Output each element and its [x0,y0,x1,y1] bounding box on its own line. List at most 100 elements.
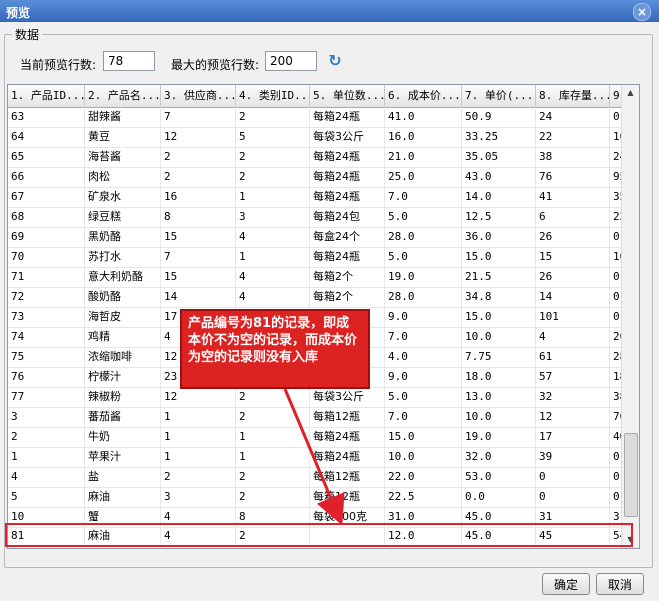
table-cell: 2 [161,467,236,487]
column-header-7[interactable]: 7. 单价(... [462,85,536,107]
table-cell: 每箱24包 [310,207,385,227]
table-cell: 酸奶酪 [85,287,161,307]
table-cell: 4 [236,227,310,247]
max-rows-input[interactable] [265,51,317,71]
cancel-button[interactable]: 取消 [596,573,644,595]
table-row[interactable]: 66 肉松 2 2 每箱24瓶 25.0 43.0 76 95 [8,167,632,188]
table-cell: 0.0 [462,487,536,507]
table-cell: 1 [8,447,85,467]
table-row[interactable]: 68 绿豆糕 8 3 每箱24包 5.0 12.5 6 22 [8,207,632,228]
table-row[interactable]: 69 黑奶酪 15 4 每盒24个 28.0 36.0 26 0 [8,227,632,248]
table-cell: 22 [536,127,610,147]
column-header-6[interactable]: 6. 成本价... [385,85,462,107]
table-cell: 2 [236,147,310,167]
table-cell: 76 [536,167,610,187]
close-icon[interactable]: × [633,3,651,21]
table-row[interactable]: 10 蟹 4 8 每袋500克 31.0 45.0 31 31 [8,507,632,528]
table-cell: 海苔酱 [85,147,161,167]
table-cell: 101 [536,307,610,327]
table-cell: 4 [161,507,236,527]
table-cell: 15 [161,267,236,287]
group-label: 数据 [12,26,43,43]
table-cell: 26 [536,227,610,247]
table-cell: 1 [161,427,236,447]
table-cell: 每袋3公斤 [310,387,385,407]
table-cell: 38 [536,147,610,167]
scroll-thumb[interactable] [624,433,638,517]
column-header-2[interactable]: 2. 产品名... [85,85,161,107]
table-row[interactable]: 77 辣椒粉 12 2 每袋3公斤 5.0 13.0 32 38 [8,387,632,408]
table-cell: 43.0 [462,167,536,187]
table-cell: 14 [536,287,610,307]
table-cell: 45.0 [462,526,536,546]
vertical-scrollbar[interactable]: ▲ ▼ [621,85,639,548]
table-row[interactable]: 64 黄豆 12 5 每袋3公斤 16.0 33.25 22 10 [8,127,632,148]
table-header: 1. 产品ID... 2. 产品名... 3. 供应商... 4. 类别ID... 5.… [8,85,632,108]
table-cell: 5.0 [385,387,462,407]
table-row[interactable]: 81 麻油 4 2 12.0 45.0 45 54 [8,526,632,547]
table-cell: 3 [8,407,85,427]
table-cell: 2 [236,467,310,487]
table-cell: 75 [8,347,85,367]
table-row[interactable]: 3 蕃茄酱 1 2 每箱12瓶 7.0 10.0 12 70 [8,407,632,428]
table-cell: 0 [536,487,610,507]
table-cell: 4 [236,267,310,287]
table-cell: 19.0 [462,427,536,447]
column-header-1[interactable]: 1. 产品ID... [8,85,85,107]
table-cell: 15.0 [462,247,536,267]
table-cell: 12.5 [462,207,536,227]
table-cell: 17 [536,427,610,447]
table-row[interactable]: 4 盐 2 2 每箱12瓶 22.0 53.0 0 0 [8,467,632,488]
refresh-icon[interactable]: ↻ [326,52,344,70]
table-cell: 66 [8,167,85,187]
column-header-5[interactable]: 5. 单位数... [310,85,385,107]
table-cell: 12 [161,127,236,147]
table-row[interactable]: 5 麻油 3 2 每箱12瓶 22.5 0.0 0 0 [8,487,632,508]
current-rows-input[interactable] [103,51,155,71]
table-cell: 每箱2个 [310,267,385,287]
column-header-3[interactable]: 3. 供应商... [161,85,236,107]
table-cell: 67 [8,187,85,207]
scroll-down-icon[interactable]: ▼ [622,532,639,548]
table-cell: 81 [8,526,85,546]
table-row[interactable]: 63 甜辣酱 7 2 每箱24瓶 41.0 50.9 24 0 [8,107,632,128]
table-row[interactable]: 67 矿泉水 16 1 每箱24瓶 7.0 14.0 41 35 [8,187,632,208]
table-cell: 2 [236,487,310,507]
table-cell: 15 [536,247,610,267]
table-cell: 73 [8,307,85,327]
table-cell: 15.0 [462,307,536,327]
table-cell: 41.0 [385,107,462,127]
table-row[interactable]: 72 酸奶酪 14 4 每箱2个 28.0 34.8 14 0 [8,287,632,308]
table-cell: 1 [161,447,236,467]
table-cell: 5 [236,127,310,147]
table-row[interactable]: 70 苏打水 7 1 每箱24瓶 5.0 15.0 15 10 [8,247,632,268]
table-cell: 76 [8,367,85,387]
table-cell: 辣椒粉 [85,387,161,407]
table-cell: 77 [8,387,85,407]
table-cell: 黑奶酪 [85,227,161,247]
table-cell: 26 [536,267,610,287]
column-header-8[interactable]: 8. 库存量... [536,85,610,107]
table-row[interactable]: 71 意大利奶酪 15 4 每箱2个 19.0 21.5 26 0 [8,267,632,288]
table-row[interactable]: 65 海苔酱 2 2 每箱24瓶 21.0 35.05 38 24 [8,147,632,168]
table-cell: 12 [161,387,236,407]
table-cell: 4 [8,467,85,487]
table-row[interactable]: 1 苹果汁 1 1 每箱24瓶 10.0 32.0 39 0 [8,447,632,468]
column-header-4[interactable]: 4. 类别ID... [236,85,310,107]
annotation-callout: 产品编号为81的记录，即成本价不为空的记录，而成本价为空的记录则没有入库 [180,309,370,389]
table-cell: 苏打水 [85,247,161,267]
table-cell: 每袋3公斤 [310,127,385,147]
table-cell: 2 [236,387,310,407]
table-cell: 每袋500克 [310,507,385,527]
table-cell: 7.75 [462,347,536,367]
scroll-up-icon[interactable]: ▲ [622,85,639,101]
table-cell: 牛奶 [85,427,161,447]
table-cell: 18.0 [462,367,536,387]
table-cell: 每箱24瓶 [310,167,385,187]
table-cell: 2 [236,407,310,427]
table-row[interactable]: 2 牛奶 1 1 每箱24瓶 15.0 19.0 17 40 [8,427,632,448]
table-cell: 每箱2个 [310,287,385,307]
table-cell: 69 [8,227,85,247]
ok-button[interactable]: 确定 [542,573,590,595]
table-cell: 9.0 [385,307,462,327]
